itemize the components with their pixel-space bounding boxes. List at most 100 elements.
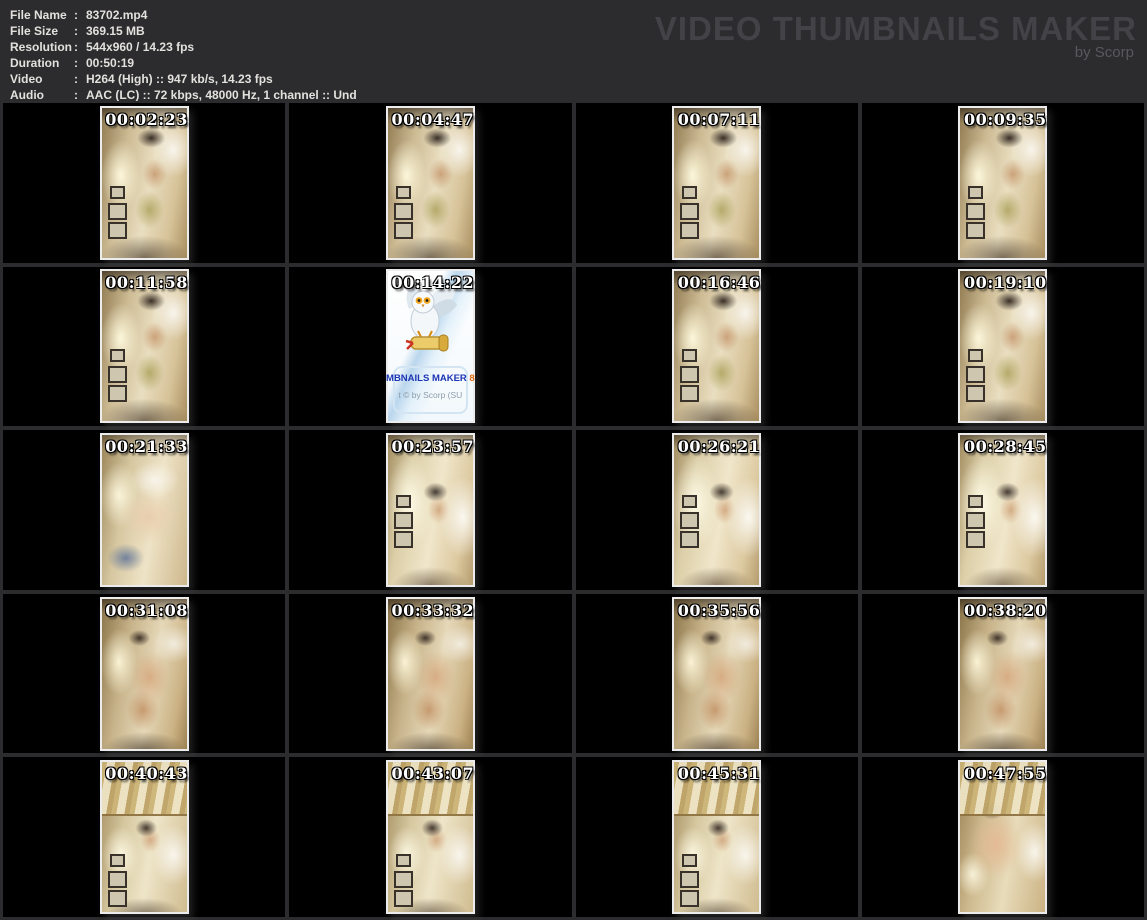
metadata-separator: :: [74, 24, 78, 38]
grid-cell: 00:02:23: [3, 103, 286, 263]
metadata-label: Duration: [10, 56, 60, 70]
timestamp-overlay: 00:38:20: [964, 600, 1047, 620]
metadata-row: Video: H264 (High) :: 947 kb/s, 14.23 fps: [10, 71, 357, 87]
file-info-header: File Name:83702.mp4 File Size:369.15 MB Re…: [0, 0, 1147, 103]
picture-frames-decoration: [109, 349, 125, 363]
timestamp-overlay: 00:11:58: [105, 273, 188, 293]
picture-frames-decoration: [395, 854, 411, 868]
video-thumbnail: 00:28:45: [958, 432, 1048, 587]
metadata-separator: :: [74, 56, 78, 70]
grid-cell: 00:11:58: [3, 266, 286, 427]
grid-cell: 00:35:56: [575, 593, 858, 754]
picture-frames-decoration: [682, 494, 698, 508]
video-thumbnail: 00:47:55: [958, 760, 1048, 915]
timestamp-overlay: 00:23:57: [391, 436, 475, 456]
grid-cell: 00:23:57: [289, 430, 572, 590]
grid-cell: 00:26:21: [575, 430, 858, 590]
video-thumbnail: 00:31:08: [99, 596, 189, 751]
video-thumbnail: 00:26:21: [672, 432, 762, 587]
timestamp-overlay: 00:35:56: [677, 600, 761, 620]
timestamp-overlay: 00:28:45: [964, 436, 1047, 456]
grid-cell: 00:28:45: [861, 430, 1144, 590]
grid-cell: 00:38:20: [861, 593, 1144, 754]
video-thumbnail: 00:09:35: [958, 105, 1048, 260]
video-thumbnail: 00:11:58: [99, 269, 189, 424]
grid-cell: MBNAILS MAKER 8 t © by Scorp (SU 00:14:22: [289, 266, 572, 427]
timestamp-overlay: 00:45:31: [677, 764, 761, 784]
watermark-thumbnail: MBNAILS MAKER 8 t © by Scorp (SU 00:14:22: [385, 269, 476, 424]
video-thumbnail: 00:23:57: [385, 432, 475, 587]
metadata-value: 00:50:19: [86, 56, 135, 70]
metadata-value: 544x960 / 14.23 fps: [86, 40, 195, 54]
app-logo-title: VIDEO THUMBNAILS MAKER: [654, 10, 1137, 47]
picture-frames-decoration: [968, 185, 984, 199]
video-thumbnail: 00:07:11: [672, 105, 762, 260]
metadata-label: Video: [10, 72, 43, 86]
metadata-value: H264 (High) :: 947 kb/s, 14.23 fps: [86, 72, 273, 86]
picture-frames-decoration: [109, 185, 125, 199]
metadata-value: 369.15 MB: [86, 24, 145, 38]
grid-cell: 00:43:07: [289, 757, 572, 917]
timestamp-overlay: 00:43:07: [391, 764, 475, 784]
picture-frames-decoration: [395, 185, 411, 199]
file-metadata: File Name:83702.mp4 File Size:369.15 MB Re…: [10, 7, 357, 103]
metadata-label: File Name: [10, 8, 67, 22]
metadata-row: File Size:369.15 MB: [10, 23, 357, 39]
video-thumbnail: 00:33:32: [385, 596, 475, 751]
watermark-title-version: 8: [469, 373, 475, 385]
metadata-row: Duration:00:50:19: [10, 55, 357, 71]
timestamp-overlay: 00:21:33: [105, 436, 188, 456]
watermark-title-text: MBNAILS MAKER 8: [385, 373, 476, 384]
app-logo: VIDEO THUMBNAILS MAKER by Scorp: [654, 10, 1137, 62]
metadata-value: 83702.mp4: [86, 8, 148, 22]
metadata-separator: :: [74, 8, 78, 22]
thumbnail-grid: 00:02:23 00:04:47 00:07:11 00:09:35 00:11:58…: [0, 101, 1147, 920]
timestamp-overlay: 00:33:32: [391, 600, 475, 620]
grid-cell: 00:04:47: [289, 103, 572, 263]
watermark-title-main: MBNAILS MAKER: [386, 373, 467, 385]
picture-frames-decoration: [682, 185, 698, 199]
video-thumbnail: 00:21:33: [99, 432, 189, 587]
grid-cell: 00:19:10: [861, 266, 1144, 427]
video-thumbnail: 00:40:43: [99, 760, 189, 915]
grid-cell: 00:33:32: [289, 593, 572, 754]
timestamp-overlay: 00:02:23: [105, 109, 188, 129]
picture-frames-decoration: [109, 854, 125, 868]
metadata-separator: :: [74, 72, 78, 86]
grid-cell: 00:45:31: [575, 757, 858, 917]
video-thumbnail: 00:04:47: [385, 105, 475, 260]
video-thumbnail: 00:43:07: [385, 760, 475, 915]
picture-frames-decoration: [968, 494, 984, 508]
grid-cell: 00:16:46: [575, 266, 858, 427]
grid-cell: 00:07:11: [575, 103, 858, 263]
metadata-label: File Size: [10, 24, 59, 38]
watermark-copyright-text: t © by Scorp (SU: [398, 390, 463, 401]
video-thumbnail: 00:38:20: [958, 596, 1048, 751]
video-thumbnail: 00:02:23: [99, 105, 189, 260]
metadata-row: Resolution:544x960 / 14.23 fps: [10, 39, 357, 55]
grid-cell: 00:40:43: [3, 757, 286, 917]
picture-frames-decoration: [682, 854, 698, 868]
grid-cell: 00:47:55: [861, 757, 1144, 917]
video-thumbnail: 00:45:31: [672, 760, 762, 915]
metadata-separator: :: [74, 40, 78, 54]
picture-frames-decoration: [968, 349, 984, 363]
timestamp-overlay: 00:07:11: [677, 109, 761, 129]
timestamp-overlay: 00:04:47: [391, 109, 475, 129]
timestamp-overlay: 00:40:43: [105, 764, 188, 784]
metadata-label: Resolution: [10, 40, 72, 54]
timestamp-overlay: 00:09:35: [964, 109, 1047, 129]
metadata-row: File Name:83702.mp4: [10, 7, 357, 23]
picture-frames-decoration: [682, 349, 698, 363]
video-thumbnail: 00:16:46: [672, 269, 762, 424]
timestamp-overlay: 00:31:08: [105, 600, 188, 620]
grid-cell: 00:21:33: [3, 430, 286, 590]
timestamp-overlay: 00:14:22: [391, 273, 475, 293]
timestamp-overlay: 00:16:46: [677, 273, 761, 293]
picture-frames-decoration: [395, 494, 411, 508]
grid-cell: 00:09:35: [861, 103, 1144, 263]
timestamp-overlay: 00:26:21: [677, 436, 761, 456]
video-thumbnail: 00:35:56: [672, 596, 762, 751]
video-thumbnail: 00:19:10: [958, 269, 1048, 424]
timestamp-overlay: 00:19:10: [964, 273, 1047, 293]
